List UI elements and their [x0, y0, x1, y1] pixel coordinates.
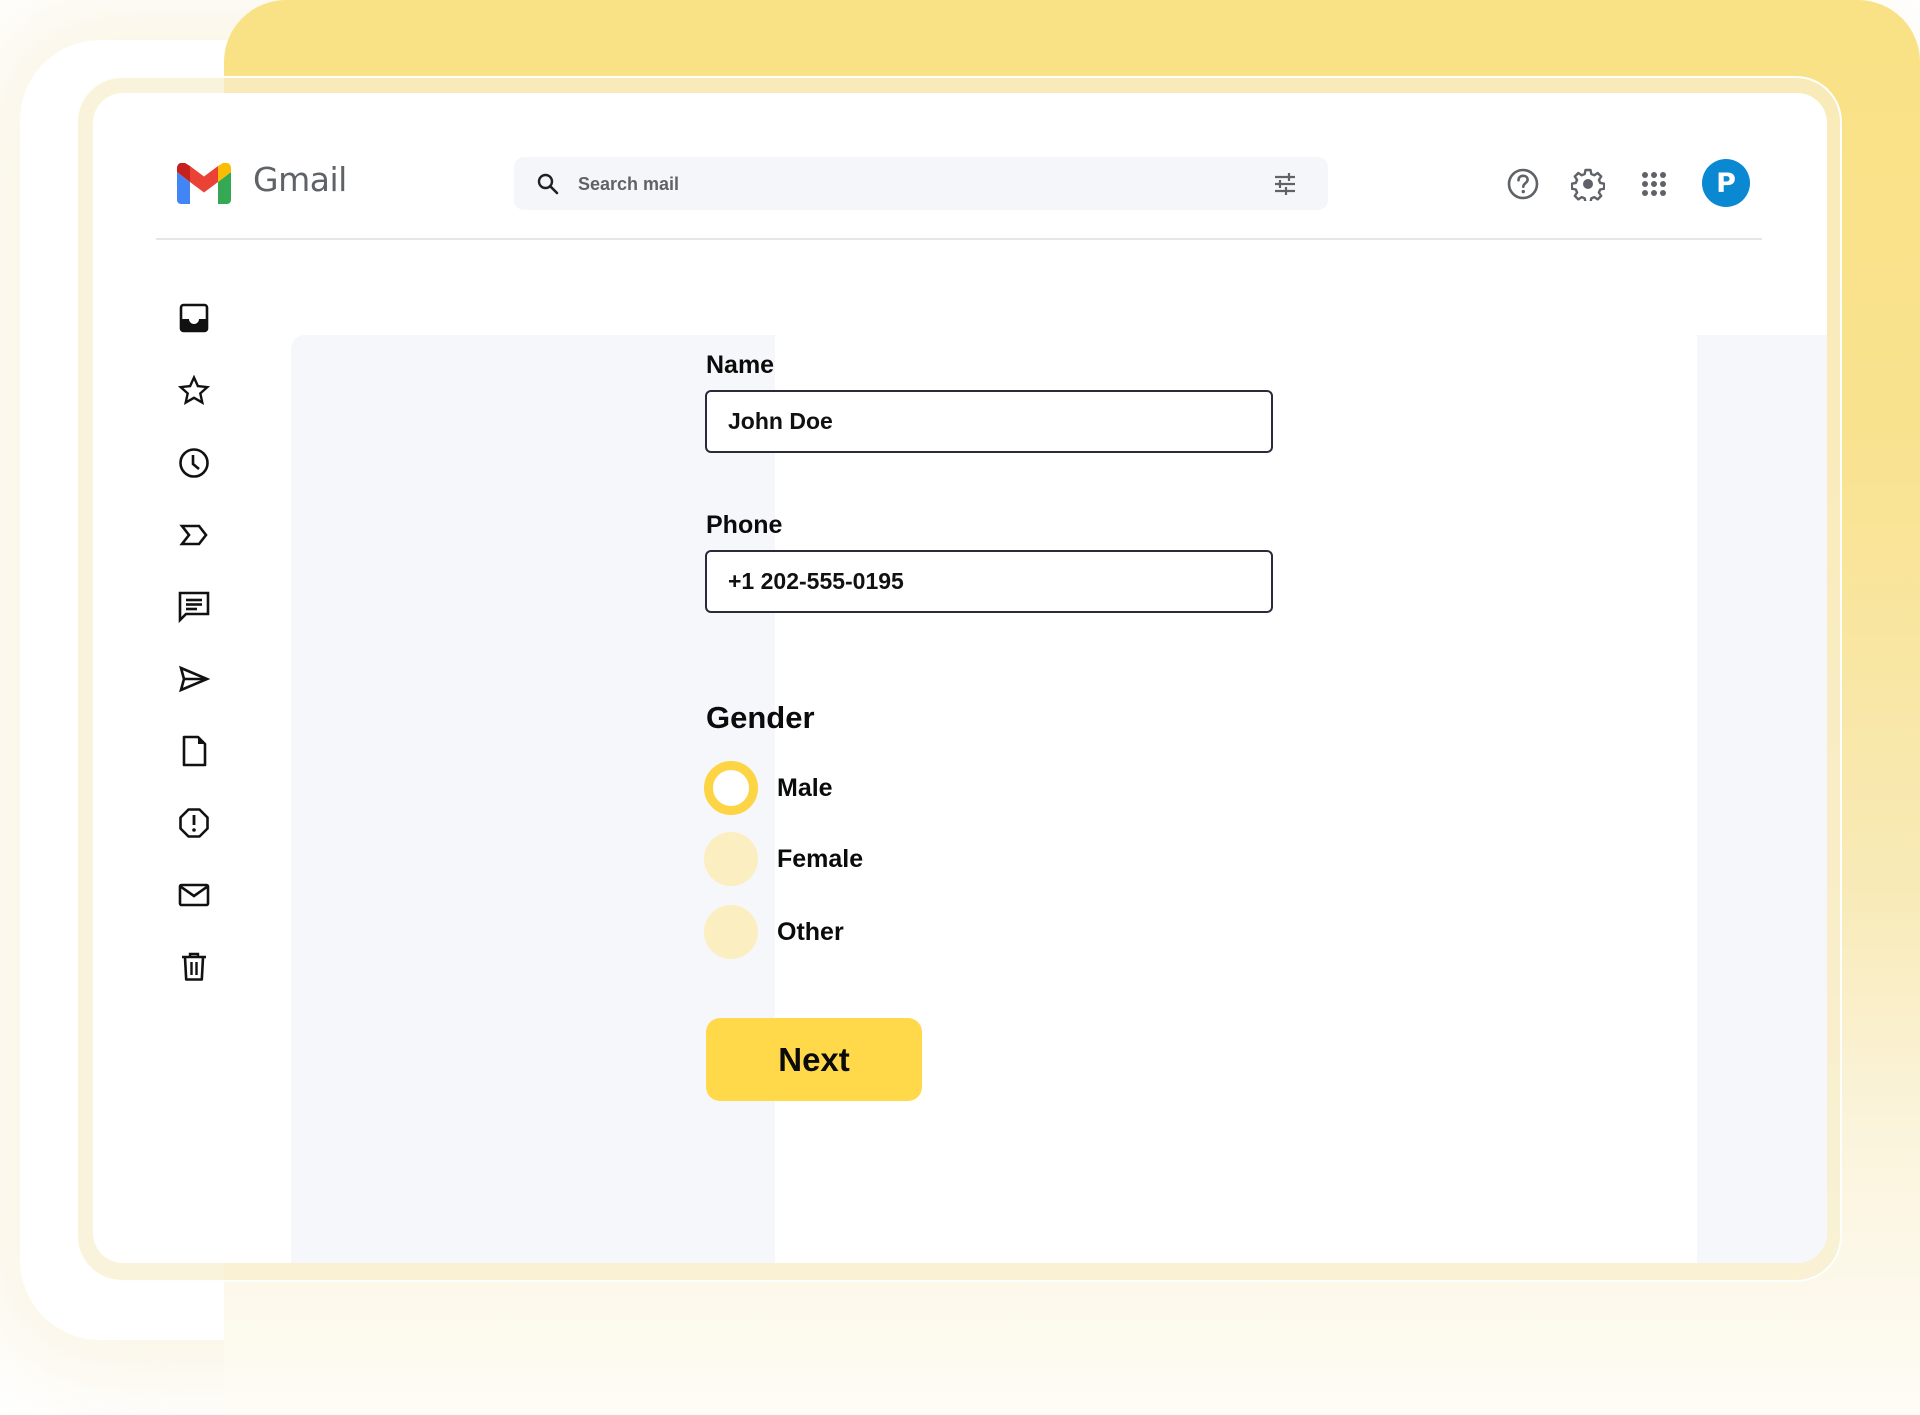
- app-name: Gmail: [253, 160, 347, 199]
- send-icon[interactable]: [177, 662, 211, 696]
- draft-icon[interactable]: [177, 734, 211, 768]
- next-button[interactable]: Next: [706, 1018, 922, 1101]
- radio-female[interactable]: [704, 832, 758, 886]
- clock-icon[interactable]: [177, 446, 211, 480]
- search-bar[interactable]: [514, 157, 1328, 212]
- phone-field[interactable]: [705, 550, 1273, 613]
- radio-label-other: Other: [777, 917, 844, 946]
- star-icon[interactable]: [177, 374, 211, 408]
- gender-label: Gender: [706, 700, 815, 735]
- radio-other[interactable]: [704, 905, 758, 959]
- gear-icon[interactable]: [1571, 167, 1605, 201]
- search-icon[interactable]: [536, 172, 560, 196]
- phone-label: Phone: [706, 511, 783, 539]
- label-important-icon[interactable]: [177, 518, 211, 552]
- gender-option-male[interactable]: Male: [704, 761, 833, 815]
- radio-male[interactable]: [704, 761, 758, 815]
- content-panel-left: [291, 335, 775, 1263]
- account-avatar[interactable]: P: [1702, 159, 1750, 207]
- mail-icon[interactable]: [177, 878, 211, 912]
- name-field[interactable]: [705, 390, 1273, 453]
- trash-icon[interactable]: [177, 950, 211, 984]
- tune-icon[interactable]: [1272, 171, 1298, 197]
- apps-grid-icon[interactable]: [1637, 167, 1671, 201]
- gender-option-other[interactable]: Other: [704, 905, 844, 959]
- spam-icon[interactable]: [177, 806, 211, 840]
- radio-label-female: Female: [777, 844, 864, 873]
- name-label: Name: [706, 351, 775, 379]
- chat-icon[interactable]: [177, 589, 211, 623]
- inbox-icon[interactable]: [177, 301, 211, 335]
- header-divider: [156, 238, 1762, 240]
- search-input[interactable]: [576, 157, 1220, 212]
- gmail-logo-icon: [177, 163, 231, 204]
- gender-option-female[interactable]: Female: [704, 832, 863, 886]
- help-circle-icon[interactable]: [1506, 167, 1540, 201]
- gmail-window: Gmail P: [93, 93, 1827, 1263]
- radio-label-male: Male: [777, 773, 833, 802]
- content-panel-right: [1697, 335, 1827, 1263]
